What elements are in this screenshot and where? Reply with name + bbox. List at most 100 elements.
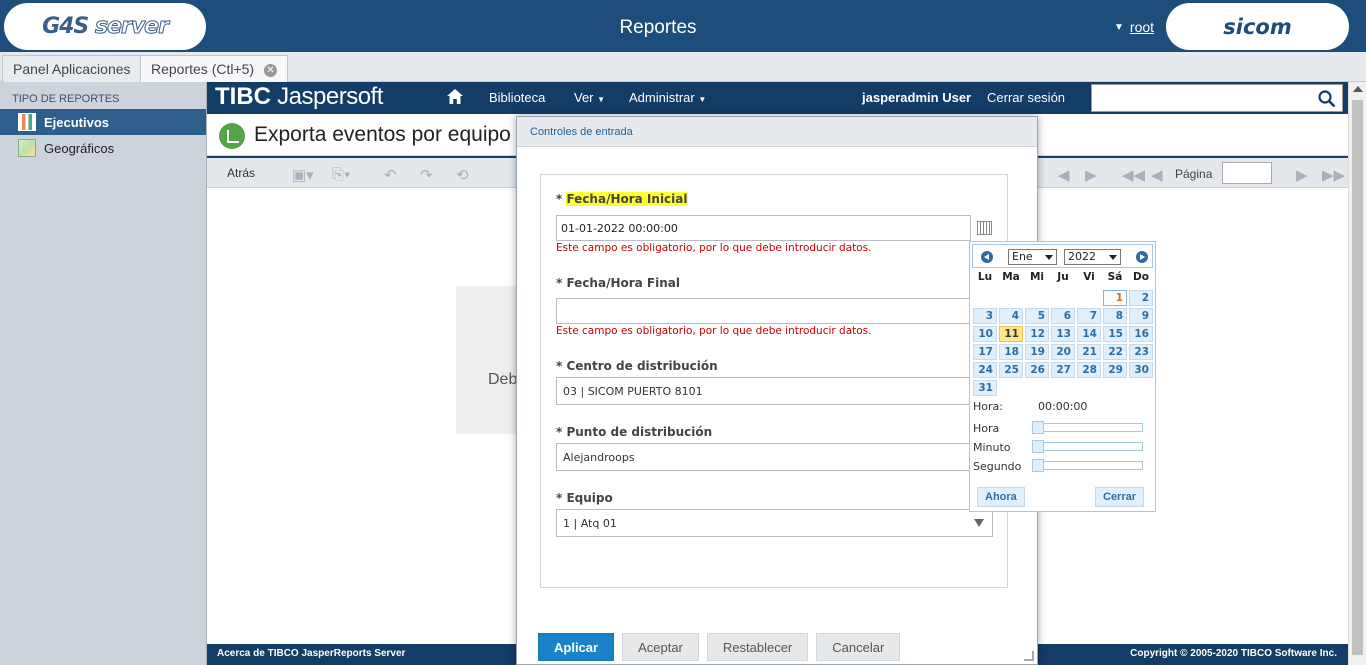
now-button[interactable]: Ahora (977, 487, 1025, 507)
month-select[interactable]: Ene (1008, 249, 1057, 265)
tab-panel-aplicaciones[interactable]: Panel Aplicaciones (2, 55, 142, 82)
calendar-day[interactable]: 15 (1103, 326, 1127, 342)
calendar-day[interactable]: 27 (1051, 362, 1075, 378)
cancel-button[interactable]: Cancelar (816, 633, 901, 661)
copyright: Copyright © 2005-2020 TIBCO Software Inc… (1130, 648, 1337, 659)
sidebar-item-geograficos[interactable]: Geográficos (0, 135, 206, 161)
calendar-day[interactable]: 23 (1129, 344, 1153, 360)
calendar-day[interactable]: 8 (1103, 308, 1127, 324)
sidebar-header: TIPO DE REPORTES (12, 93, 120, 105)
calendar-day[interactable]: 21 (1077, 344, 1101, 360)
calendar-day[interactable]: 11 (999, 326, 1023, 342)
next-month-icon[interactable] (1136, 251, 1148, 263)
page-number-input[interactable] (1222, 162, 1272, 184)
minute-slider-handle[interactable] (1032, 440, 1044, 453)
search-input[interactable] (1091, 84, 1343, 112)
calendar-day[interactable]: 20 (1051, 344, 1075, 360)
redo-icon[interactable]: ↷ (420, 166, 433, 184)
logout-link[interactable]: Cerrar sesión (987, 90, 1065, 105)
second-slider[interactable] (1032, 459, 1143, 472)
tab-reportes[interactable]: Reportes (Ctl+5) ✕ (140, 55, 288, 82)
calendar-day[interactable]: 29 (1103, 362, 1127, 378)
nav-biblioteca[interactable]: Biblioteca (489, 90, 545, 105)
about-link[interactable]: Acerca de TIBCO JasperReports Server (217, 648, 405, 659)
calendar-day[interactable]: 2 (1129, 290, 1153, 306)
home-icon[interactable] (447, 89, 463, 104)
end-date-input[interactable] (556, 298, 971, 324)
resize-handle[interactable] (1024, 651, 1034, 661)
search-icon[interactable] (1318, 90, 1336, 108)
start-date-input[interactable]: 01-01-2022 00:00:00 (556, 215, 971, 241)
calendar-day[interactable]: 26 (1025, 362, 1049, 378)
nav-ver[interactable]: Ver ▼ (574, 90, 605, 105)
second-slider-handle[interactable] (1032, 459, 1044, 472)
calendar-day[interactable]: 18 (999, 344, 1023, 360)
year-select[interactable]: 2022 (1064, 249, 1121, 265)
export-icon[interactable]: ⎘▾ (332, 166, 350, 183)
scroll-up-icon[interactable] (1353, 86, 1363, 92)
calendar-day[interactable]: 16 (1129, 326, 1153, 342)
calendar-day[interactable]: 12 (1025, 326, 1049, 342)
calendar-day[interactable]: 28 (1077, 362, 1101, 378)
equipment-select[interactable]: 1 | Atq 01 (556, 509, 993, 537)
nav-administrar[interactable]: Administrar ▼ (629, 90, 706, 105)
next-page-icon[interactable]: ▶ (1296, 166, 1308, 184)
calendar-icon[interactable] (977, 221, 992, 235)
close-icon[interactable]: ✕ (263, 63, 277, 77)
tab-label: Panel Aplicaciones (13, 61, 131, 77)
calendar-day[interactable]: 7 (1077, 308, 1101, 324)
hour-slider-handle[interactable] (1032, 421, 1044, 434)
calendar-day[interactable]: 10 (973, 326, 997, 342)
calendar-day[interactable]: 19 (1025, 344, 1049, 360)
previous-icon[interactable]: ◀ (1058, 166, 1070, 184)
calendar-day[interactable]: 24 (973, 362, 997, 378)
distribution-point-label: * Punto de distribución (556, 425, 713, 439)
undo-all-icon[interactable]: ⟲ (456, 166, 469, 184)
dialog-buttons: Aplicar Aceptar Restablecer Cancelar (538, 633, 901, 661)
minute-slider[interactable] (1032, 440, 1143, 453)
calendar-day[interactable]: 9 (1129, 308, 1153, 324)
sidebar-item-label: Geográficos (44, 140, 115, 156)
calendar-day[interactable]: 3 (973, 308, 997, 324)
apply-button[interactable]: Aplicar (538, 633, 615, 661)
report-type-sidebar: TIPO DE REPORTES Ejecutivos Geográficos (0, 82, 207, 665)
weekday-header: Vi (1083, 271, 1095, 283)
undo-icon[interactable]: ↶ (384, 166, 397, 184)
next-icon[interactable]: ▶ (1085, 166, 1097, 184)
page-scrollbar[interactable] (1348, 82, 1366, 665)
sidebar-item-ejecutivos[interactable]: Ejecutivos (0, 109, 206, 135)
end-date-error: Este campo es obligatorio, por lo que de… (556, 325, 872, 337)
calendar-day[interactable]: 5 (1025, 308, 1049, 324)
previous-month-icon[interactable] (981, 251, 993, 263)
accept-button[interactable]: Aceptar (622, 633, 699, 661)
calendar-day[interactable]: 31 (973, 380, 997, 396)
distribution-point-select[interactable]: Alejandroops (556, 443, 993, 471)
weekday-header: Sá (1107, 271, 1123, 283)
distribution-center-select[interactable]: 03 | SICOM PUERTO 8101 (556, 377, 993, 405)
first-page-icon[interactable]: ◀◀ (1122, 166, 1145, 184)
calendar-day[interactable]: 17 (973, 344, 997, 360)
chevron-down-icon: ▼ (597, 95, 606, 104)
calendar-day[interactable]: 30 (1129, 362, 1153, 378)
last-page-icon[interactable]: ▶▶ (1322, 166, 1345, 184)
reset-button[interactable]: Restablecer (706, 633, 809, 661)
dialog-title: Controles de entrada (517, 117, 1037, 147)
back-button[interactable]: Atrás (227, 166, 255, 180)
previous-page-icon[interactable]: ◀ (1151, 166, 1163, 184)
calendar-day[interactable]: 6 (1051, 308, 1075, 324)
user-menu[interactable]: ▼ root (1114, 19, 1154, 35)
save-icon[interactable]: ▣▾ (292, 166, 314, 184)
calendar-day[interactable]: 22 (1103, 344, 1127, 360)
calendar-day[interactable]: 13 (1051, 326, 1075, 342)
scroll-thumb[interactable] (1352, 100, 1363, 655)
calendar-day[interactable]: 14 (1077, 326, 1101, 342)
calendar-day[interactable]: 1 (1103, 290, 1127, 306)
chevron-down-icon: ▼ (698, 95, 707, 104)
calendar-day[interactable]: 25 (999, 362, 1023, 378)
end-date-label: * Fecha/Hora Final (556, 276, 680, 290)
close-calendar-button[interactable]: Cerrar (1095, 487, 1145, 507)
calendar-day[interactable]: 4 (999, 308, 1023, 324)
user-link[interactable]: root (1130, 19, 1154, 35)
page-label: Página (1175, 167, 1213, 181)
hour-slider[interactable] (1032, 421, 1143, 434)
